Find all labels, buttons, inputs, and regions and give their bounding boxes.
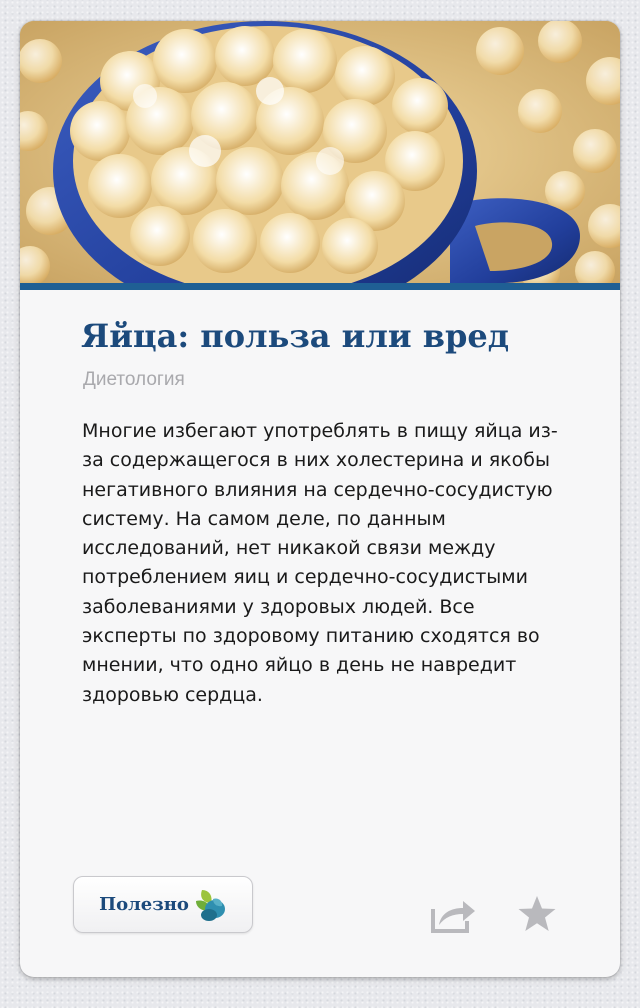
- leaves-icon: [193, 887, 227, 923]
- share-icon[interactable]: [431, 897, 477, 933]
- accent-divider: [20, 283, 620, 290]
- star-icon[interactable]: [517, 895, 557, 933]
- popcorn-photo: [20, 21, 620, 283]
- article-card: Яйца: польза или вред Диетология Многие …: [20, 21, 620, 977]
- article-category[interactable]: Диетология: [83, 368, 185, 392]
- article-title: Яйца: польза или вред: [81, 317, 510, 355]
- useful-button-label: Полезно: [99, 894, 189, 915]
- article-image: [20, 21, 620, 283]
- article-body: Многие избегают употреблять в пищу яйца …: [82, 420, 558, 706]
- useful-button[interactable]: Полезно: [73, 876, 253, 933]
